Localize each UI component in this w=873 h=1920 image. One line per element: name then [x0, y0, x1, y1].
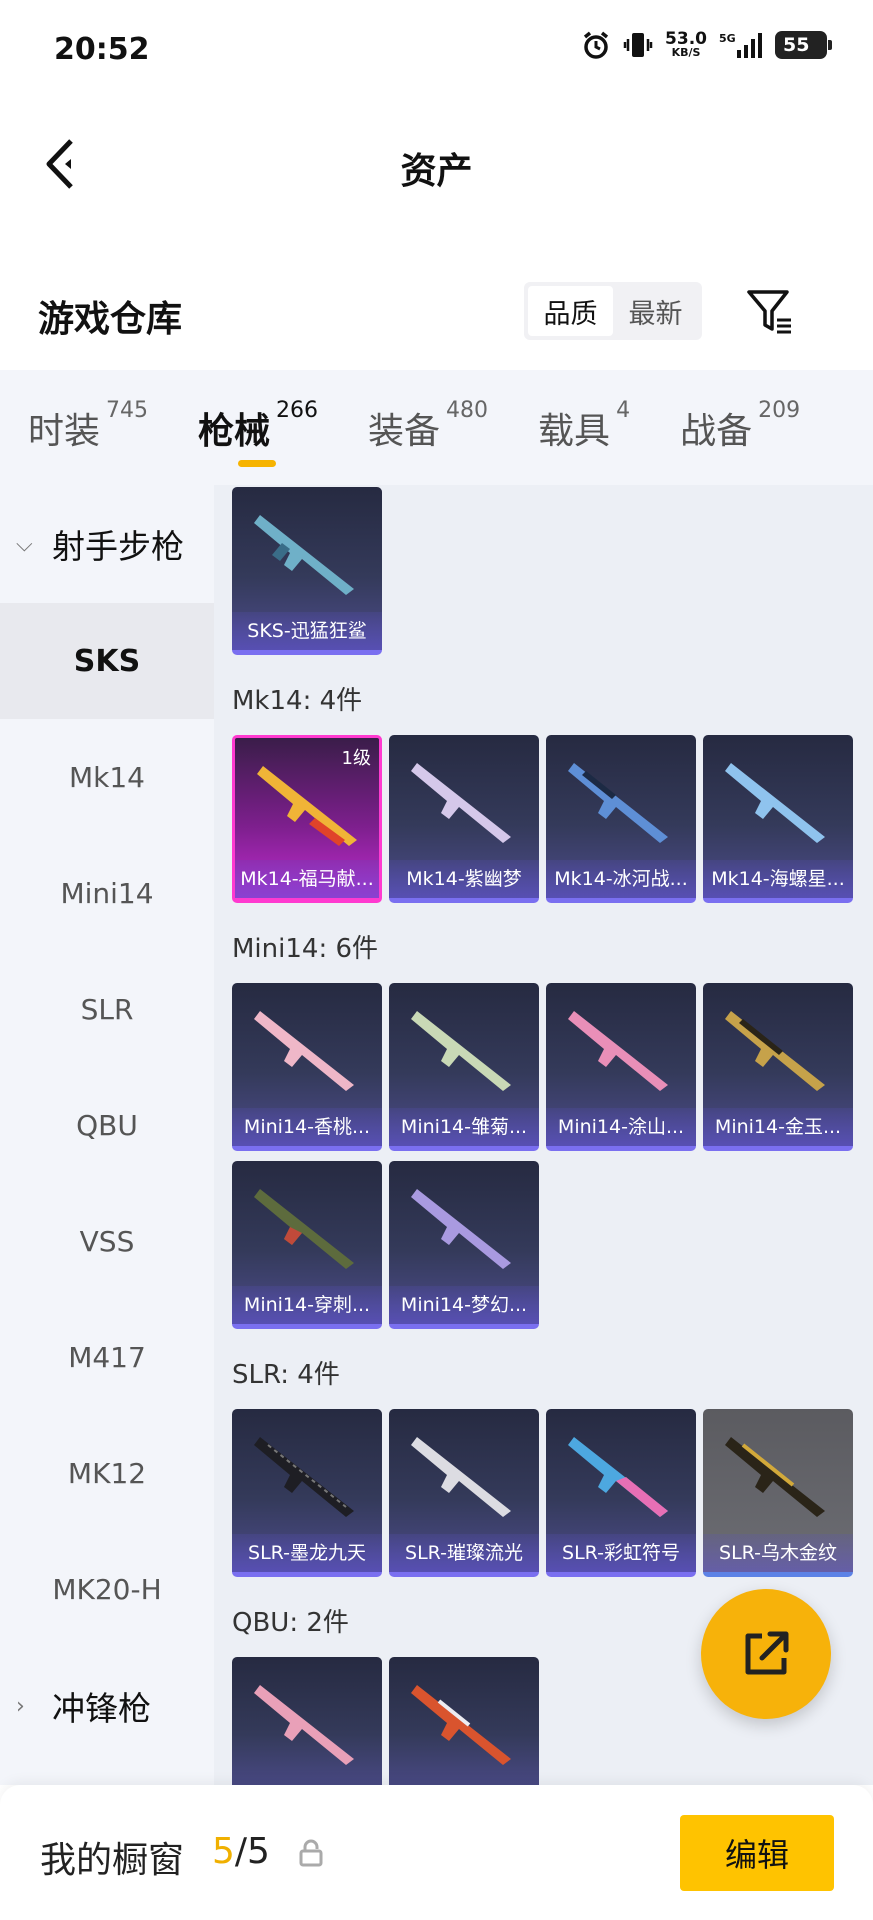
category-tabs: 时装745 枪械266 装备480 载具4 战备209: [0, 370, 873, 485]
skin-card[interactable]: Mk14-紫幽梦: [389, 735, 539, 903]
rifle-icon: [411, 1437, 511, 1517]
vibrate-icon: [623, 33, 653, 57]
skin-card[interactable]: Mk14-冰河战...: [546, 735, 696, 903]
showcase-bar: 我的橱窗 5/5 编辑: [0, 1785, 873, 1920]
rifle-icon: [254, 1437, 354, 1517]
warehouse-header: 游戏仓库 品质 最新: [0, 270, 873, 370]
nav-bar: 资产: [0, 104, 873, 224]
battery-indicator: 55: [775, 31, 832, 59]
rifle-icon: [411, 1189, 511, 1269]
skin-card[interactable]: Mini14-梦幻...: [389, 1161, 539, 1329]
sidebar-item-mini14[interactable]: Mini14: [0, 835, 214, 951]
sidebar-group-smg[interactable]: › 冲锋枪: [0, 1647, 214, 1765]
skin-card[interactable]: Mini14-涂山...: [546, 983, 696, 1151]
sidebar-item-qbu[interactable]: QBU: [0, 1067, 214, 1183]
showcase-label: 我的橱窗: [40, 1840, 185, 1881]
tab-equipment[interactable]: 装备480: [368, 370, 488, 485]
filter-button[interactable]: [742, 284, 798, 340]
sort-latest-button[interactable]: 最新: [613, 286, 698, 336]
rifle-icon: [725, 763, 825, 843]
rifle-icon: [725, 1011, 825, 1091]
sidebar-item-mk20h[interactable]: MK20-H: [0, 1531, 214, 1647]
filter-icon: [747, 290, 791, 334]
showcase-count: 5/5: [212, 1831, 270, 1872]
rifle-icon: [254, 1189, 354, 1269]
status-time: 20:52: [54, 32, 150, 67]
sidebar-item-mk12[interactable]: MK12: [0, 1415, 214, 1531]
tab-active-indicator: [238, 460, 277, 467]
tab-fashion[interactable]: 时装745: [28, 370, 148, 485]
section-title-mk14: Mk14: 4件: [232, 686, 363, 716]
tab-supplies[interactable]: 战备209: [680, 370, 800, 485]
skin-card[interactable]: Mini14-金玉...: [703, 983, 853, 1151]
rifle-icon: [568, 1011, 668, 1091]
rifle-icon: [254, 1685, 354, 1765]
lock-icon: [299, 1839, 323, 1867]
section-title-mini14: Mini14: 6件: [232, 934, 379, 964]
rifle-icon: [254, 515, 354, 595]
share-icon: [745, 1631, 789, 1675]
sidebar-group-marksman[interactable]: ⌵ 射手步枪: [0, 485, 214, 603]
sidebar-item-m417[interactable]: M417: [0, 1299, 214, 1415]
rifle-icon: [254, 1011, 354, 1091]
svg-text:5G: 5G: [719, 32, 736, 45]
sidebar-item-slr[interactable]: SLR: [0, 951, 214, 1067]
sort-quality-button[interactable]: 品质: [528, 286, 613, 336]
share-fab[interactable]: [701, 1589, 831, 1719]
page-title: 游戏仓库: [38, 299, 183, 340]
skin-card[interactable]: Mk14-海螺星...: [703, 735, 853, 903]
status-icons: 53.0 KB/S 5G 55: [581, 29, 832, 60]
chevron-right-icon: ›: [16, 1693, 25, 1719]
skin-card[interactable]: [232, 1657, 382, 1785]
rifle-icon: [411, 763, 511, 843]
weapon-type-sidebar: ⌵ 射手步枪 SKS Mk14 Mini14 SLR QBU VSS M417 …: [0, 485, 214, 1785]
tab-vehicles[interactable]: 载具4: [538, 370, 630, 485]
sidebar-item-sks[interactable]: SKS: [0, 603, 214, 719]
skin-card[interactable]: Mini14-雏菊...: [389, 983, 539, 1151]
section-title-slr: SLR: 4件: [232, 1360, 340, 1390]
edit-button[interactable]: 编辑: [680, 1815, 834, 1891]
rifle-icon: [411, 1011, 511, 1091]
skin-card[interactable]: SLR-乌木金纹: [703, 1409, 853, 1577]
rifle-icon: [725, 1437, 825, 1517]
skin-card[interactable]: SLR-墨龙九天: [232, 1409, 382, 1577]
sort-toggle: 品质 最新: [524, 282, 702, 340]
tab-guns[interactable]: 枪械266: [198, 370, 318, 485]
status-bar: 20:52 53.0 KB/S 5G 55: [0, 0, 873, 104]
net-speed: 53.0 KB/S: [665, 29, 707, 59]
rifle-icon: [568, 763, 668, 843]
skin-card[interactable]: Mini14-穿刺...: [232, 1161, 382, 1329]
skin-card[interactable]: SLR-彩虹符号: [546, 1409, 696, 1577]
rifle-icon: [568, 1437, 668, 1517]
alarm-icon: [583, 31, 609, 59]
skin-card[interactable]: SLR-璀璨流光: [389, 1409, 539, 1577]
skin-card[interactable]: 1级 Mk14-福马献...: [232, 735, 382, 903]
signal-5g-icon: 5G: [719, 32, 762, 58]
section-title-qbu: QBU: 2件: [232, 1608, 349, 1638]
skin-card[interactable]: SKS-迅猛狂鲨: [232, 487, 382, 655]
sidebar-item-vss[interactable]: VSS: [0, 1183, 214, 1299]
skin-card[interactable]: [389, 1657, 539, 1785]
skin-card[interactable]: Mini14-香桃...: [232, 983, 382, 1151]
chevron-down-icon: ⌵: [16, 531, 33, 557]
sidebar-item-mk14[interactable]: Mk14: [0, 719, 214, 835]
nav-title: 资产: [400, 151, 473, 192]
rifle-icon: [411, 1685, 511, 1765]
